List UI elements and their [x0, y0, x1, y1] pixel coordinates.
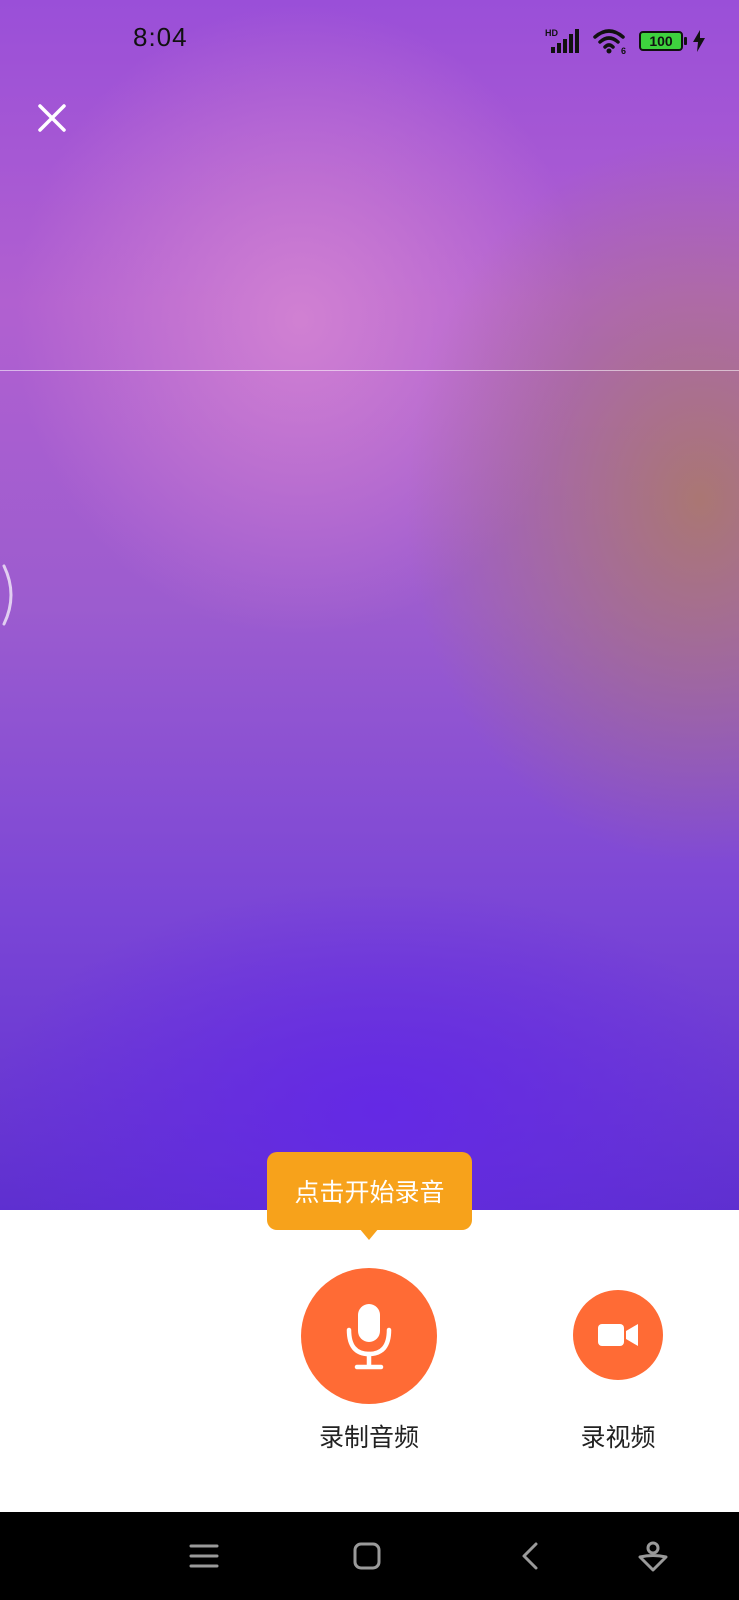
gradient-background	[0, 0, 739, 1212]
status-time: 8:04	[133, 22, 188, 52]
nav-menu-button[interactable]	[182, 1534, 226, 1578]
nav-home-button[interactable]	[345, 1534, 389, 1578]
signal-icon: HD	[545, 28, 579, 53]
status-bar: 8:04 HD 6 100	[0, 0, 739, 80]
home-icon	[353, 1542, 381, 1570]
menu-icon	[189, 1544, 219, 1568]
video-camera-icon	[598, 1324, 638, 1346]
start-recording-tooltip: 点击开始录音	[267, 1152, 472, 1230]
battery-icon: 100	[639, 31, 687, 51]
network-label: HD	[545, 28, 558, 38]
close-icon	[38, 104, 66, 132]
charging-icon	[693, 30, 705, 52]
nav-back-button[interactable]	[508, 1534, 552, 1578]
battery-level: 100	[649, 33, 673, 49]
nav-assistant-button[interactable]	[631, 1534, 675, 1578]
record-audio-button[interactable]	[301, 1268, 437, 1404]
close-button[interactable]	[34, 100, 70, 136]
back-icon	[522, 1542, 538, 1570]
record-video-label[interactable]: 录视频	[548, 1418, 688, 1454]
tooltip-arrow	[359, 1228, 379, 1240]
wifi-label: 6	[621, 46, 626, 55]
edge-gesture-handle[interactable]	[0, 560, 20, 630]
divider-line	[0, 370, 739, 371]
record-video-button[interactable]	[573, 1290, 663, 1380]
microphone-icon	[346, 1304, 392, 1370]
recording-screen: 8:04 HD 6 100 点击开始录音 录制音频 录视频	[0, 0, 739, 1600]
record-audio-label[interactable]: 录制音频	[269, 1418, 469, 1454]
status-icons: HD 6 100	[545, 26, 705, 56]
wifi-icon: 6	[593, 29, 626, 55]
system-nav-bar	[0, 1512, 739, 1600]
assistant-icon	[638, 1541, 668, 1572]
